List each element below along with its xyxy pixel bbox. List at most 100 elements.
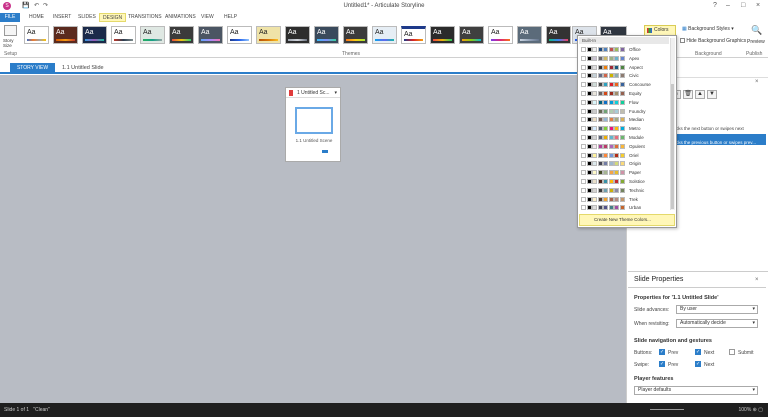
tab-transitions[interactable]: TRANSITIONS [128, 13, 162, 22]
color-theme-option[interactable]: Trek [581, 196, 671, 203]
tab-help[interactable]: HELP [224, 13, 237, 22]
color-swatch [597, 143, 603, 149]
color-swatch [592, 73, 597, 79]
help-icon[interactable]: ? [713, 2, 717, 9]
theme-thumbnail[interactable]: Aa [53, 26, 78, 44]
color-swatch [581, 117, 586, 123]
breadcrumb[interactable]: 1.1 Untitled Slide [62, 65, 104, 71]
close-icon[interactable]: × [755, 79, 759, 85]
tab-home[interactable]: HOME [29, 13, 44, 22]
trigger-item[interactable]: cks the next button or swipes next [676, 126, 766, 131]
tab-story-view[interactable]: STORY VIEW [10, 63, 55, 74]
color-swatch [597, 135, 603, 140]
scene-card[interactable]: 1 Untitled Sc... ▾ 1.1 Untitled Scene [285, 87, 341, 162]
move-up-icon[interactable]: ▲ [695, 90, 705, 99]
color-theme-option[interactable]: Median [581, 116, 671, 123]
color-theme-option[interactable]: Solstice [581, 178, 671, 185]
color-theme-option[interactable]: Apex [581, 55, 671, 62]
color-theme-option[interactable]: Technic [581, 187, 671, 194]
scene-header[interactable]: 1 Untitled Sc... ▾ [286, 88, 340, 98]
theme-thumbnail[interactable]: Aa [488, 26, 513, 44]
theme-thumbnail[interactable]: Aa [82, 26, 107, 44]
tab-slides[interactable]: SLIDES [78, 13, 96, 22]
color-swatch [608, 117, 614, 123]
zoom-level[interactable]: 100% ⊕ ▢ [739, 407, 764, 413]
color-theme-option[interactable]: Opulent [581, 143, 671, 150]
color-swatch [603, 73, 608, 79]
color-theme-option[interactable]: Concourse [581, 81, 671, 88]
trigger-item[interactable]: cks the previous button or swipes prev..… [676, 140, 766, 145]
color-theme-option[interactable]: Foundry [581, 108, 671, 115]
theme-thumbnail[interactable]: Aa [459, 26, 484, 44]
player-features-select[interactable]: Player defaults ▾ [634, 386, 758, 395]
theme-thumb-text: Aa [491, 29, 500, 36]
color-swatch [592, 64, 597, 70]
prev-button-checkbox[interactable]: ✓ [659, 349, 665, 355]
color-swatch [597, 64, 603, 70]
delete-icon[interactable]: 🗑 [683, 90, 693, 99]
tab-animations[interactable]: ANIMATIONS [165, 13, 196, 22]
hide-background-checkbox[interactable]: Hide Background Graphics [680, 38, 746, 44]
color-theme-option[interactable]: Civic [581, 72, 671, 79]
next-swipe-checkbox[interactable]: ✓ [695, 361, 701, 367]
color-swatch [592, 55, 597, 61]
scrollbar-thumb[interactable] [671, 84, 674, 209]
minimize-icon[interactable]: – [726, 2, 730, 9]
close-icon[interactable]: × [756, 2, 760, 9]
slide-thumbnail[interactable] [295, 107, 333, 134]
preview-label[interactable]: Preview [747, 39, 765, 45]
tab-design[interactable]: DESIGN [99, 13, 127, 22]
next-button-checkbox[interactable]: ✓ [695, 349, 701, 355]
color-theme-option[interactable]: Paper [581, 169, 671, 176]
tab-insert[interactable]: INSERT [53, 13, 71, 22]
theme-thumbnail[interactable]: Aa [24, 26, 49, 44]
theme-thumbnail[interactable]: Aa [140, 26, 165, 44]
theme-thumb-text: Aa [549, 29, 558, 36]
color-theme-option[interactable]: Aspect [581, 64, 671, 71]
theme-thumbnail[interactable]: Aa [111, 26, 136, 44]
preview-icon[interactable]: 🔍 [751, 25, 762, 36]
color-theme-option[interactable]: Urban [581, 204, 671, 211]
color-swatch [614, 179, 619, 184]
color-swatch [614, 91, 619, 96]
theme-thumbnail[interactable]: Aa [517, 26, 542, 44]
color-theme-option[interactable]: Office [581, 46, 671, 53]
theme-thumbnail[interactable]: Aa [285, 26, 310, 44]
zoom-slider[interactable] [650, 409, 684, 410]
color-theme-option[interactable]: Equity [581, 90, 671, 97]
maximize-icon[interactable]: □ [741, 2, 745, 9]
revisiting-select[interactable]: Automatically decide ▾ [676, 319, 758, 328]
story-size-label[interactable]: Story Size [3, 38, 21, 48]
theme-thumbnail[interactable]: Aa [401, 26, 426, 44]
theme-thumbnail[interactable]: Aa [227, 26, 252, 44]
create-new-theme-colors[interactable]: Create New Theme Colors... [579, 214, 675, 226]
submit-checkbox[interactable] [729, 349, 735, 355]
theme-thumbnail[interactable]: Aa [430, 26, 455, 44]
theme-thumbnail[interactable]: Aa [169, 26, 194, 44]
slide-advances-select[interactable]: By user ▾ [676, 305, 758, 314]
color-swatch [614, 64, 619, 70]
tab-view[interactable]: VIEW [201, 13, 214, 22]
color-swatch [619, 55, 625, 61]
background-styles-button[interactable]: ▦ Background Styles ▾ [682, 26, 734, 32]
theme-thumbnail[interactable]: Aa [372, 26, 397, 44]
color-theme-name: Metro [629, 126, 641, 132]
color-theme-option[interactable]: Module [581, 134, 671, 141]
color-theme-option[interactable]: Metro [581, 125, 671, 132]
theme-thumbnail[interactable]: Aa [314, 26, 339, 44]
color-swatch [619, 117, 625, 123]
story-size-icon[interactable] [4, 25, 17, 36]
prev-swipe-checkbox[interactable]: ✓ [659, 361, 665, 367]
close-icon[interactable]: × [755, 277, 759, 283]
theme-thumbnail[interactable]: Aa [256, 26, 281, 44]
move-down-icon[interactable]: ▼ [707, 90, 717, 99]
color-theme-option[interactable]: Flow [581, 99, 671, 106]
color-theme-name: Flow [629, 99, 639, 105]
theme-thumbnail[interactable]: Aa [546, 26, 571, 44]
tab-file[interactable]: FILE [0, 13, 20, 22]
color-theme-option[interactable]: Oriel [581, 152, 671, 159]
chevron-down-icon[interactable]: ▾ [334, 88, 337, 98]
color-theme-option[interactable]: Origin [581, 160, 671, 167]
theme-thumbnail[interactable]: Aa [198, 26, 223, 44]
theme-thumbnail[interactable]: Aa [343, 26, 368, 44]
